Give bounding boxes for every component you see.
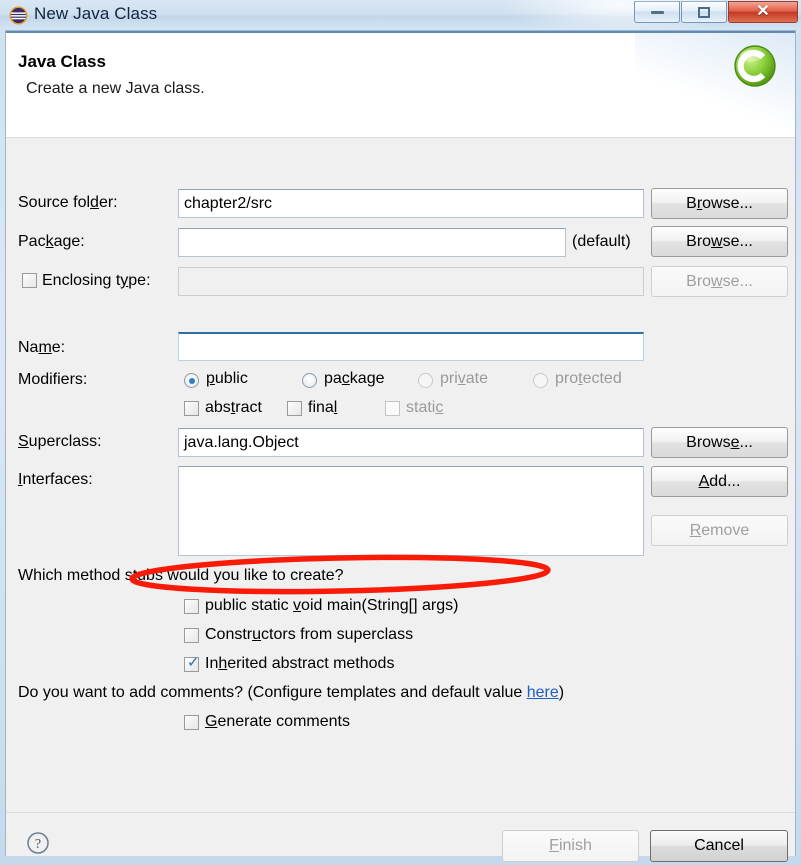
enclosing-type-checkbox[interactable] <box>22 273 37 288</box>
svg-text:?: ? <box>35 837 41 852</box>
interfaces-add-button[interactable]: Add... <box>651 466 788 497</box>
finish-label: Finish <box>549 837 592 854</box>
maximize-icon <box>698 6 710 18</box>
method-stub-label-inherited: Inherited abstract methods <box>205 655 395 672</box>
source-folder-browse-label: Browse... <box>686 194 753 212</box>
source-folder-label: Source folder: <box>18 194 118 211</box>
cancel-label: Cancel <box>694 837 744 854</box>
modifier-label-abstract: abstract <box>205 399 262 416</box>
generate-comments-checkbox[interactable] <box>184 715 199 730</box>
java-class-icon <box>734 45 776 87</box>
modifier-checkbox-abstract[interactable] <box>184 401 199 416</box>
page-subtitle: Create a new Java class. <box>26 80 205 97</box>
modifiers-label: Modifiers: <box>18 371 88 388</box>
name-input[interactable] <box>178 332 644 361</box>
minimize-button[interactable] <box>634 1 680 23</box>
modifier-radio-protected <box>533 373 548 388</box>
cancel-button[interactable]: Cancel <box>650 830 788 862</box>
minimize-icon <box>650 10 664 14</box>
generate-comments-label: Generate comments <box>205 713 350 730</box>
new-java-class-window: New Java Class ✕ Java Class Create a new… <box>0 0 801 865</box>
page-title: Java Class <box>18 52 106 71</box>
modifier-checkbox-static <box>385 401 400 416</box>
superclass-value: java.lang.Object <box>184 433 299 451</box>
modifier-label-private: private <box>440 370 489 387</box>
comments-question: Do you want to add comments? (Configure … <box>18 684 565 701</box>
superclass-label: Superclass: <box>18 433 102 450</box>
source-folder-browse-button[interactable]: Browse... <box>651 188 788 219</box>
method-stub-checkbox-main[interactable] <box>184 599 199 614</box>
finish-button: Finish <box>502 830 639 862</box>
close-icon: ✕ <box>756 3 770 20</box>
close-button[interactable]: ✕ <box>728 1 798 23</box>
modifier-label-package: package <box>324 370 385 387</box>
source-folder-value: chapter2/src <box>184 194 273 212</box>
modifier-radio-public[interactable] <box>184 373 199 388</box>
method-stub-checkbox-constructors[interactable] <box>184 628 199 643</box>
modifier-label-final: final <box>308 399 338 416</box>
package-browse-button[interactable]: Browse... <box>651 226 788 257</box>
enclosing-type-label: Enclosing type: <box>42 272 151 289</box>
package-default-suffix: (default) <box>572 233 631 250</box>
interfaces-listbox[interactable] <box>178 466 644 556</box>
superclass-browse-label: Browse... <box>686 433 753 451</box>
superclass-input[interactable]: java.lang.Object <box>178 428 644 457</box>
enclosing-type-input <box>178 267 644 296</box>
checkmark-icon: ✓ <box>187 653 200 671</box>
enclosing-type-browse-label: Browse... <box>686 272 753 290</box>
dialog-frame: Java Class Create a new Java class. Sour… <box>5 30 796 862</box>
maximize-button[interactable] <box>681 1 727 23</box>
interfaces-remove-label: Remove <box>689 521 750 539</box>
window-title: New Java Class <box>34 4 158 23</box>
modifier-label-static: static <box>406 399 444 416</box>
window-controls: ✕ <box>634 1 798 23</box>
modifier-radio-private <box>418 373 433 388</box>
package-input[interactable] <box>178 228 566 257</box>
superclass-browse-button[interactable]: Browse... <box>651 427 788 458</box>
name-label: Name: <box>18 339 66 356</box>
title-bar: New Java Class ✕ <box>0 0 801 35</box>
modifier-checkbox-final[interactable] <box>287 401 302 416</box>
method-stub-label-main: public static void main(String[] args) <box>205 597 459 614</box>
method-stub-checkbox-inherited[interactable]: ✓ <box>184 653 200 672</box>
interfaces-remove-button: Remove <box>651 515 788 546</box>
modifier-label-protected: protected <box>555 370 622 387</box>
method-stubs-question: Which method stubs would you like to cre… <box>18 567 344 584</box>
help-icon[interactable]: ? <box>26 831 50 855</box>
method-stub-label-constructors: Constructors from superclass <box>205 626 414 643</box>
modifier-label-public: public <box>206 370 248 387</box>
modifier-radio-package[interactable] <box>302 373 317 388</box>
eclipse-icon <box>9 6 28 25</box>
dialog-header: Java Class Create a new Java class. <box>6 31 795 137</box>
enclosing-type-browse-button: Browse... <box>651 266 788 297</box>
radio-dot <box>188 377 195 384</box>
dialog-content: Source folder: chapter2/src Browse... Pa… <box>6 138 795 812</box>
interfaces-label: Interfaces: <box>18 471 93 488</box>
package-browse-label: Browse... <box>686 232 753 250</box>
source-folder-input[interactable]: chapter2/src <box>178 189 644 218</box>
configure-templates-link[interactable]: here <box>527 684 559 701</box>
interfaces-add-label: Add... <box>698 472 741 490</box>
package-label: Package: <box>18 233 85 250</box>
